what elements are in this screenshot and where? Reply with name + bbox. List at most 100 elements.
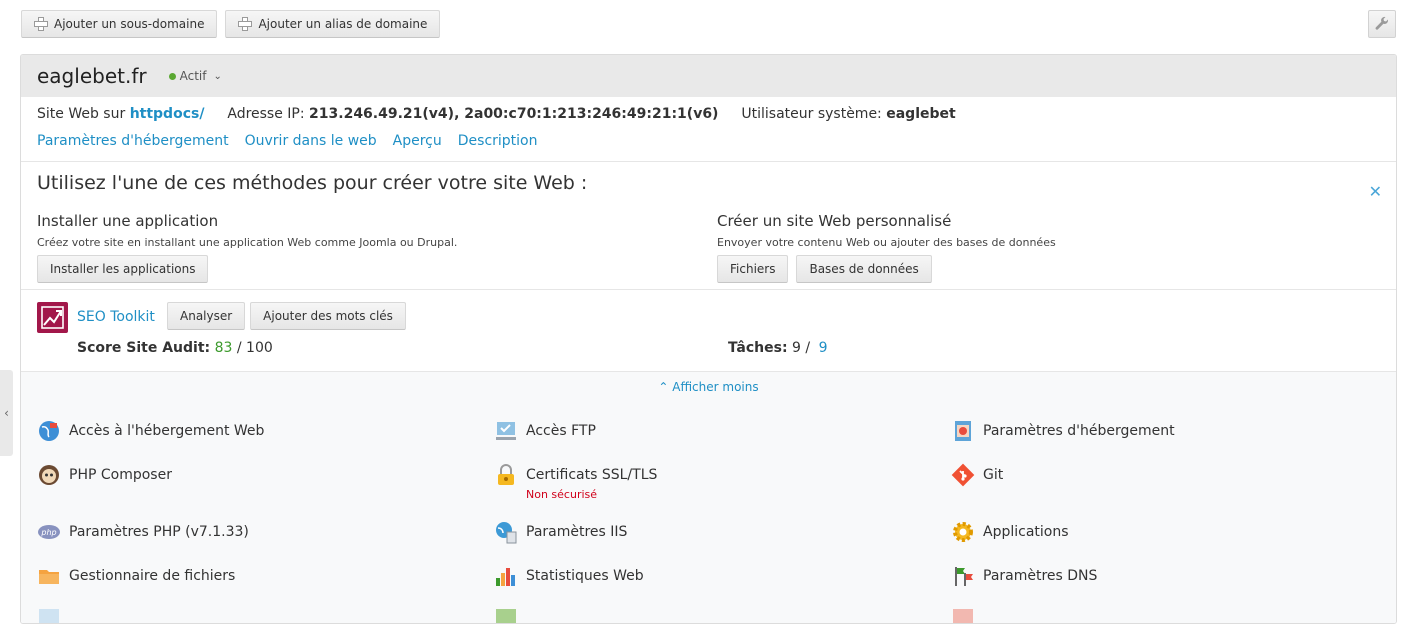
domain-name: eaglebet.fr bbox=[37, 64, 147, 88]
git-item[interactable]: Git bbox=[951, 463, 1003, 487]
iis-settings-label: Paramètres IIS bbox=[526, 524, 628, 540]
php-settings-item[interactable]: php Paramètres PHP (v7.1.33) bbox=[37, 520, 249, 544]
applications-item[interactable]: Applications bbox=[951, 520, 1069, 544]
git-label: Git bbox=[983, 467, 1004, 483]
web-statistics-item[interactable]: Statistiques Web bbox=[494, 564, 644, 588]
top-toolbar: Ajouter un sous-domaine Ajouter un alias… bbox=[21, 10, 441, 38]
site-audit-score: Score Site Audit: 83 / 100 bbox=[77, 340, 273, 356]
hosting-settings-label: Paramètres d'hébergement bbox=[983, 423, 1175, 439]
applications-label: Applications bbox=[983, 524, 1069, 540]
analyze-button[interactable]: Analyser bbox=[167, 302, 246, 330]
create-site-methods: Utilisez l'une de ces méthodes pour crée… bbox=[21, 162, 1396, 290]
seo-toolkit-section: SEO Toolkit Analyser Ajouter des mots cl… bbox=[21, 290, 1396, 372]
install-apps-button[interactable]: Installer les applications bbox=[37, 255, 209, 283]
add-domain-alias-button[interactable]: Ajouter un alias de domaine bbox=[225, 10, 441, 38]
partial-icon bbox=[951, 607, 975, 623]
custom-site-section: Créer un site Web personnalisé Envoyer v… bbox=[717, 212, 1056, 283]
php-composer-label: PHP Composer bbox=[69, 467, 172, 483]
list-item[interactable] bbox=[494, 607, 518, 623]
status-dropdown[interactable]: Actif ⌄ bbox=[168, 69, 222, 83]
add-subdomain-label: Ajouter un sous-domaine bbox=[54, 17, 205, 31]
user-label: Utilisateur système: bbox=[741, 106, 882, 122]
plus-icon bbox=[34, 17, 48, 31]
ip-value: 213.246.49.21(v4), 2a00:c70:1:213:246:49… bbox=[309, 106, 719, 122]
chevron-down-icon: ⌄ bbox=[213, 70, 222, 82]
score-value: 83 bbox=[214, 340, 233, 356]
web-statistics-label: Statistiques Web bbox=[526, 568, 644, 584]
domain-links: Paramètres d'hébergement Ouvrir dans le … bbox=[37, 133, 1380, 149]
wrench-icon bbox=[1375, 16, 1388, 30]
web-hosting-access-item[interactable]: Accès à l'hébergement Web bbox=[37, 419, 264, 443]
install-app-section: Installer une application Créez votre si… bbox=[37, 212, 457, 283]
install-app-title: Installer une application bbox=[37, 212, 219, 230]
lock-icon bbox=[494, 463, 518, 487]
hosting-settings-item[interactable]: Paramètres d'hébergement bbox=[951, 419, 1175, 443]
add-keywords-button[interactable]: Ajouter des mots clés bbox=[250, 302, 406, 330]
custom-site-desc: Envoyer votre contenu Web ou ajouter des… bbox=[717, 236, 1056, 249]
add-subdomain-button[interactable]: Ajouter un sous-domaine bbox=[21, 10, 218, 38]
ssl-status-warning: Non sécurisé bbox=[526, 488, 598, 501]
file-manager-item[interactable]: Gestionnaire de fichiers bbox=[37, 564, 235, 588]
close-icon[interactable]: ✕ bbox=[1369, 182, 1382, 201]
install-app-desc: Créez votre site en installant une appli… bbox=[37, 236, 458, 249]
add-domain-alias-label: Ajouter un alias de domaine bbox=[258, 17, 428, 31]
gear-icon bbox=[951, 520, 975, 544]
show-less-toggle[interactable]: ⌃ Afficher moins bbox=[21, 372, 1396, 394]
tasks-total-link[interactable]: 9 bbox=[819, 340, 828, 356]
file-manager-label: Gestionnaire de fichiers bbox=[69, 568, 236, 584]
wrench-button[interactable] bbox=[1368, 10, 1396, 38]
ftp-icon bbox=[494, 419, 518, 443]
files-button[interactable]: Fichiers bbox=[717, 255, 789, 283]
sidebar-collapse-tab[interactable]: ‹ bbox=[0, 370, 13, 456]
ssl-certificates-text: Certificats SSL/TLS Non sécurisé bbox=[526, 463, 657, 504]
seo-tasks: Tâches: 9 / 9 bbox=[728, 340, 827, 356]
seo-toolkit-icon bbox=[37, 302, 68, 333]
iis-icon bbox=[494, 520, 518, 544]
svg-text:php: php bbox=[40, 528, 56, 537]
preview-link[interactable]: Aperçu bbox=[393, 133, 442, 149]
ip-label: Adresse IP: bbox=[227, 106, 305, 122]
user-value: eaglebet bbox=[886, 106, 956, 122]
partial-icon bbox=[494, 607, 518, 623]
score-label: Score Site Audit: bbox=[77, 340, 211, 356]
hosting-settings-icon bbox=[951, 419, 975, 443]
domain-panel: eaglebet.fr Actif ⌄ Site Web sur httpdoc… bbox=[20, 54, 1397, 624]
git-icon bbox=[951, 463, 975, 487]
ftp-access-item[interactable]: Accès FTP bbox=[494, 419, 596, 443]
show-less-label: Afficher moins bbox=[672, 380, 759, 394]
methods-title: Utilisez l'une de ces méthodes pour crée… bbox=[37, 172, 588, 194]
seo-toolkit-link[interactable]: SEO Toolkit bbox=[77, 309, 155, 325]
list-item[interactable] bbox=[951, 607, 975, 623]
chevron-up-icon: ⌃ bbox=[658, 380, 669, 394]
dns-settings-label: Paramètres DNS bbox=[983, 568, 1098, 584]
composer-icon bbox=[37, 463, 61, 487]
php-settings-label: Paramètres PHP (v7.1.33) bbox=[69, 524, 249, 540]
iis-settings-item[interactable]: Paramètres IIS bbox=[494, 520, 627, 544]
status-dot-icon bbox=[168, 72, 176, 80]
chevron-left-icon: ‹ bbox=[4, 406, 9, 420]
plus-icon bbox=[238, 17, 253, 31]
php-composer-item[interactable]: PHP Composer bbox=[37, 463, 172, 487]
dns-settings-item[interactable]: Paramètres DNS bbox=[951, 564, 1097, 588]
info-line: Site Web sur httpdocs/ Adresse IP: 213.2… bbox=[37, 106, 1380, 122]
site-label: Site Web sur bbox=[37, 106, 126, 122]
open-in-web-link[interactable]: Ouvrir dans le web bbox=[245, 133, 377, 149]
databases-button[interactable]: Bases de données bbox=[796, 255, 932, 283]
ftp-access-label: Accès FTP bbox=[526, 423, 596, 439]
partial-icon bbox=[37, 607, 61, 623]
web-hosting-access-label: Accès à l'hébergement Web bbox=[69, 423, 265, 439]
php-icon: php bbox=[37, 520, 61, 544]
list-item[interactable] bbox=[37, 607, 61, 623]
hosting-settings-link[interactable]: Paramètres d'hébergement bbox=[37, 133, 229, 149]
score-max: / 100 bbox=[236, 340, 273, 356]
tasks-label: Tâches: bbox=[728, 340, 788, 356]
site-path-link[interactable]: httpdocs/ bbox=[130, 106, 205, 122]
dns-flags-icon bbox=[951, 564, 975, 588]
description-link[interactable]: Description bbox=[458, 133, 538, 149]
domain-info: Site Web sur httpdocs/ Adresse IP: 213.2… bbox=[21, 97, 1396, 162]
status-label: Actif bbox=[179, 69, 207, 83]
globe-icon bbox=[37, 419, 61, 443]
domain-header: eaglebet.fr Actif ⌄ bbox=[21, 55, 1396, 97]
ssl-certificates-item[interactable]: Certificats SSL/TLS Non sécurisé bbox=[494, 463, 657, 504]
bar-chart-icon bbox=[494, 564, 518, 588]
